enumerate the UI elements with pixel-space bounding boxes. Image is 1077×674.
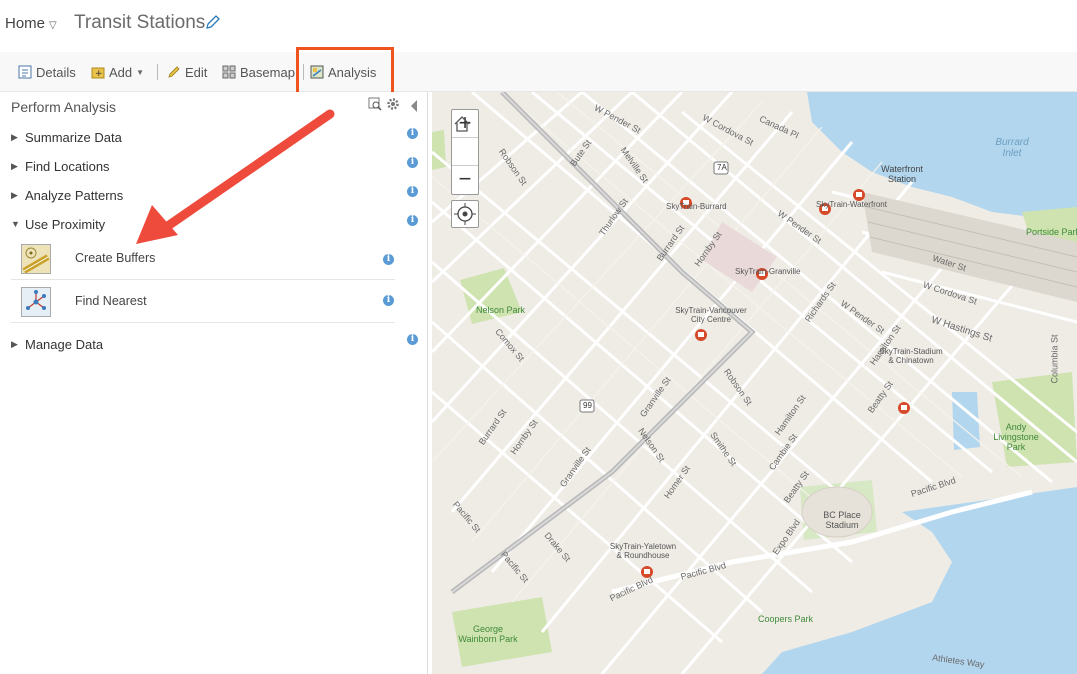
basemap-canvas [432, 92, 1077, 674]
map-label: Coopers Park [758, 614, 814, 624]
locate-button[interactable] [451, 200, 479, 228]
map-label: Andy Livingstone Park [993, 422, 1039, 452]
map-label: SkyTrain-Burrard [666, 202, 727, 211]
map-label: BC Place Stadium [823, 510, 861, 530]
map-label: Nelson Park [476, 305, 526, 315]
home-extent-button[interactable] [452, 116, 478, 166]
zoom-out-button[interactable]: − [452, 166, 478, 194]
zoom-controls: + − [451, 109, 479, 195]
highway-shield-label: 99 [583, 401, 592, 410]
map-label: SkyTrain-Waterfront [816, 200, 887, 209]
map-label: Waterfront Station [881, 164, 923, 184]
highway-shield-label: 7A [717, 163, 727, 172]
map-label: SkyTrain-Vancouver City Centre [675, 306, 747, 324]
locate-icon [454, 203, 476, 225]
map-label: Burrard Inlet [995, 137, 1029, 159]
map-view[interactable]: W Pender St W Cordova St Canada Pl Burra… [432, 92, 1077, 674]
map-label: SkyTrain-Granville [735, 267, 801, 276]
map-label: SkyTrain-Yaletown & Roundhouse [609, 542, 677, 560]
map-label: Portside Park [1026, 227, 1077, 237]
house-icon [454, 116, 470, 132]
map-label: George Wainborn Park [458, 624, 518, 644]
map-label: Columbia St [1049, 334, 1060, 384]
